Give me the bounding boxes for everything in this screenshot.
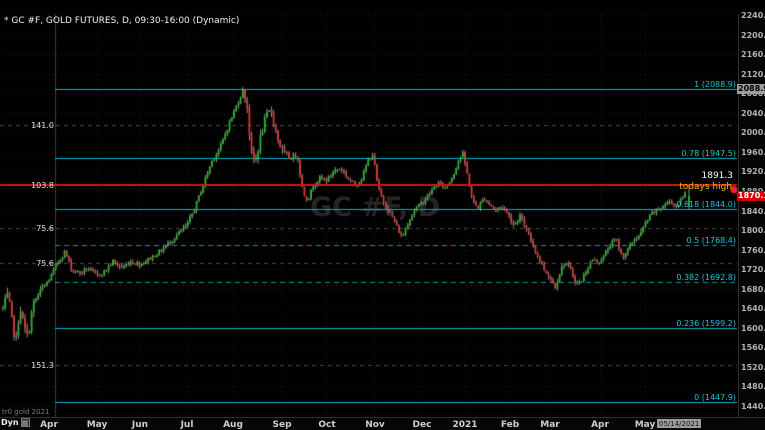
time-axis-label: Oct [318,420,335,430]
time-axis-label: Apr [591,420,609,430]
dynamic-mode-control[interactable]: Dyn ▦ [1,418,30,427]
time-axis-label: Jun [132,420,148,430]
price-axis-tick: 1640.0 [741,304,765,313]
time-axis-label: 2021 [452,420,477,430]
fib-level-label[interactable]: 0.78 (1947.5) [616,149,736,158]
price-axis-tick: 1440.0 [741,402,765,411]
price-axis-tick: 1840.0 [741,207,765,216]
time-axis-label: Sep [272,420,291,430]
time-axis-label: Aug [223,420,243,430]
measurement-label: 151.3 [4,361,54,370]
dynamic-mode-label: Dyn [1,418,19,427]
price-axis-tick: 1520.0 [741,363,765,372]
price-axis-tick: 1960.0 [741,148,765,157]
crosshair-date-badge: 05/14/2021 [657,419,701,428]
price-axis-tick: 1760.0 [741,246,765,255]
price-axis-tick: 2200.0 [741,31,765,40]
price-axis-tick: 2000.0 [741,128,765,137]
price-axis-tick: 2240.0 [741,11,765,20]
price-axis-tick: 2040.0 [741,109,765,118]
price-axis[interactable]: 2240.02200.02160.02120.02080.02040.02000… [738,14,765,417]
price-axis-tick: 1720.0 [741,265,765,274]
chart-canvas[interactable] [0,0,765,430]
time-axis-label: May [87,420,108,430]
price-axis-tick: 1600.0 [741,324,765,333]
price-axis-tick: 1680.0 [741,285,765,294]
chart-title: * GC #F, GOLD FUTURES, D, 09:30-16:00 (D… [4,16,239,26]
fib-level-label[interactable]: 1 (2088.9) [616,80,736,89]
price-axis-tick: 2160.0 [741,50,765,59]
trading-app-window: Chart GC #F ▾ ⊙ D ▾ ⊙+✎%T◇◔∠◎⚙tf * GC #F… [0,0,765,430]
time-axis-label: May [635,420,656,430]
todays-high-label: todays high [679,182,732,192]
fib-level-label[interactable]: 0 (1447.9) [616,393,736,402]
price-axis-tick: 1920.0 [741,167,765,176]
measurement-label: 141.0 [4,121,54,130]
last-price-axis-badge: 1870.1 [737,191,765,201]
time-axis-label: Dec [413,420,432,430]
calendar-grid-icon[interactable]: ▦ [21,418,30,427]
fib-level-label[interactable]: 0.236 (1599.2) [616,319,736,328]
price-axis-tick: 2120.0 [741,70,765,79]
time-axis-label: Mar [540,420,559,430]
price-axis-tick: 1800.0 [741,226,765,235]
fib-level-label[interactable]: 0.618 (1844.0) [616,200,736,209]
measurement-label: 103.8 [4,181,54,190]
todays-high-value: 1891.3 [702,171,734,181]
fib-level-label[interactable]: 0.382 (1692.8) [616,273,736,282]
price-axis-tick: 1560.0 [741,343,765,352]
time-axis-label: Feb [501,420,519,430]
drawing-note: tr0 gold 2021 [2,408,49,416]
measurement-label: 75.6 [4,224,54,233]
time-axis-label: Nov [365,420,385,430]
time-axis[interactable]: Apr May Jun Jul Aug Sep Oct Nov Dec 2021 Feb Mar Apr… [0,417,765,430]
fib-level-label[interactable]: 0.5 (1768.4) [616,236,736,245]
measurement-label: 75.6 [4,259,54,268]
fib-high-axis-badge: 2088.9 [737,84,765,94]
time-axis-label: Apr [40,420,58,430]
time-axis-label: Jul [181,420,194,430]
price-axis-tick: 1480.0 [741,382,765,391]
